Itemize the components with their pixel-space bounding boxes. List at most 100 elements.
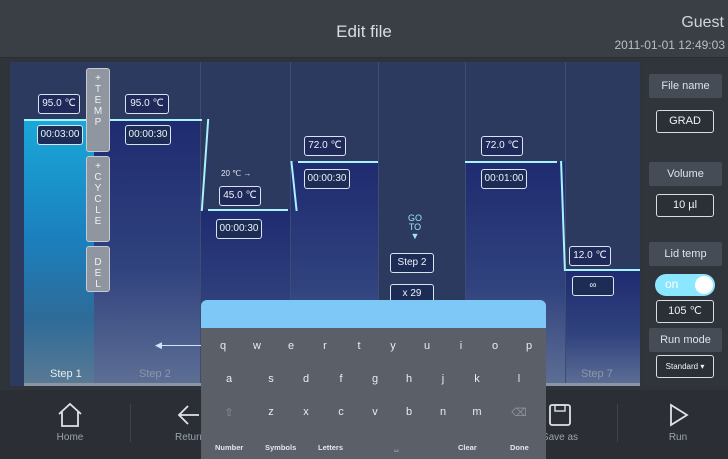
run-mode-select[interactable]: Standard ▾ [656, 355, 714, 378]
toolbar-separator [617, 404, 618, 442]
number-key[interactable]: Number [215, 443, 243, 452]
backspace-key-icon[interactable]: ⌫ [509, 406, 529, 419]
done-key[interactable]: Done [510, 443, 529, 452]
datetime-display: 2011-01-01 12:49:03 [614, 38, 725, 52]
step2-label: Step 2 [139, 368, 171, 380]
screen: Edit file Guest 2011-01-01 12:49:03 95.0… [0, 0, 728, 459]
key-w[interactable]: w [247, 340, 267, 352]
loop-arrow-icon: ◀ [155, 340, 162, 350]
divider [565, 62, 566, 386]
space-key-icon[interactable]: ␣ [394, 443, 399, 452]
step2-temp[interactable]: 95.0 ℃ [125, 94, 169, 114]
step1-temp[interactable]: 95.0 ℃ [38, 94, 80, 114]
side-char: E [94, 216, 102, 227]
run-mode-label: Run mode [649, 328, 722, 352]
key-p[interactable]: p [519, 340, 539, 352]
side-char: + [95, 161, 101, 172]
delete-button[interactable]: D E L [86, 246, 110, 292]
goto-arrow-icon: ▼ [410, 231, 420, 241]
key-u[interactable]: u [417, 340, 437, 352]
key-r[interactable]: r [315, 340, 335, 352]
step1-time[interactable]: 00:03:00 [37, 125, 83, 145]
user-name[interactable]: Guest [681, 14, 724, 32]
temp-line [208, 209, 288, 211]
side-char: E [94, 95, 102, 106]
side-char: Y [94, 183, 102, 194]
key-a[interactable]: a [219, 373, 239, 385]
keyboard-input-field[interactable] [201, 300, 546, 328]
key-t[interactable]: t [349, 340, 369, 352]
key-o[interactable]: o [485, 340, 505, 352]
temp-line [566, 269, 640, 271]
on-screen-keyboard: q w e r t y u i o p a s d f g h j k l ⇧ … [201, 300, 546, 459]
step1-fill [24, 120, 94, 386]
clear-key[interactable]: Clear [458, 443, 477, 452]
chevron-down-icon: ▾ [700, 362, 705, 371]
side-char: E [94, 268, 102, 279]
side-char: C [94, 194, 102, 205]
lid-temp-field[interactable]: 105 ℃ [656, 300, 714, 323]
temp-line [298, 161, 378, 163]
step1-label: Step 1 [50, 368, 82, 380]
letters-key[interactable]: Letters [318, 443, 343, 452]
step7-label: Step 7 [581, 368, 613, 380]
key-z[interactable]: z [261, 406, 281, 418]
key-d[interactable]: d [296, 373, 316, 385]
key-s[interactable]: s [261, 373, 281, 385]
key-j[interactable]: j [433, 373, 453, 385]
toggle-label: on [665, 277, 679, 291]
step4-time[interactable]: 00:00:30 [304, 169, 350, 189]
side-char: M [93, 106, 103, 117]
key-h[interactable]: h [399, 373, 419, 385]
side-char: P [94, 117, 102, 128]
key-f[interactable]: f [331, 373, 351, 385]
step7-temp[interactable]: 12.0 ℃ [569, 246, 611, 266]
save-icon [549, 404, 571, 426]
header-bar: Edit file Guest 2011-01-01 12:49:03 [0, 0, 728, 58]
run-mode-value: Standard [665, 362, 699, 371]
temp-ramp [200, 119, 210, 211]
file-name-field[interactable]: GRAD [656, 110, 714, 133]
key-i[interactable]: i [451, 340, 471, 352]
step6-time[interactable]: 00:01:00 [481, 169, 527, 189]
goto-text: GO TO [407, 213, 422, 232]
temp-line [24, 119, 202, 121]
symbols-key[interactable]: Symbols [265, 443, 296, 452]
step2-time[interactable]: 00:00:30 [125, 125, 171, 145]
key-n[interactable]: n [433, 406, 453, 418]
step3-time[interactable]: 00:00:30 [216, 219, 262, 239]
add-cycle-button[interactable]: + C Y C L E [86, 156, 110, 242]
key-l[interactable]: l [509, 373, 529, 385]
key-e[interactable]: e [281, 340, 301, 352]
step7-time[interactable]: ∞ [572, 276, 614, 296]
temp-line [465, 161, 557, 163]
key-k[interactable]: k [467, 373, 487, 385]
side-char: D [94, 257, 102, 268]
goto-step[interactable]: Step 2 [390, 253, 434, 273]
key-v[interactable]: v [365, 406, 385, 418]
side-char: T [94, 84, 102, 95]
toggle-knob [695, 276, 713, 294]
home-label: Home [56, 432, 84, 443]
volume-field[interactable]: 10 µl [656, 194, 714, 217]
key-x[interactable]: x [296, 406, 316, 418]
goto-label: GO TO ▼ [405, 214, 425, 241]
step3-temp[interactable]: 45.0 ℃ [219, 186, 261, 206]
gradient-label: 20 ℃ → [221, 169, 252, 178]
key-g[interactable]: g [365, 373, 385, 385]
file-name-label: File name [649, 74, 722, 98]
save-as-label: Save as [541, 432, 579, 443]
key-y[interactable]: y [383, 340, 403, 352]
add-temp-button[interactable]: + T E M P [86, 68, 110, 152]
shift-key-icon[interactable]: ⇧ [219, 406, 239, 419]
run-button[interactable]: Run [648, 400, 708, 443]
lid-temp-toggle[interactable]: on [655, 274, 715, 296]
volume-label: Volume [649, 162, 722, 186]
key-c[interactable]: c [331, 406, 351, 418]
key-b[interactable]: b [399, 406, 419, 418]
key-m[interactable]: m [467, 406, 487, 418]
step4-temp[interactable]: 72.0 ℃ [304, 136, 346, 156]
key-q[interactable]: q [213, 340, 233, 352]
home-button[interactable]: Home [40, 400, 100, 443]
step6-temp[interactable]: 72.0 ℃ [481, 136, 523, 156]
